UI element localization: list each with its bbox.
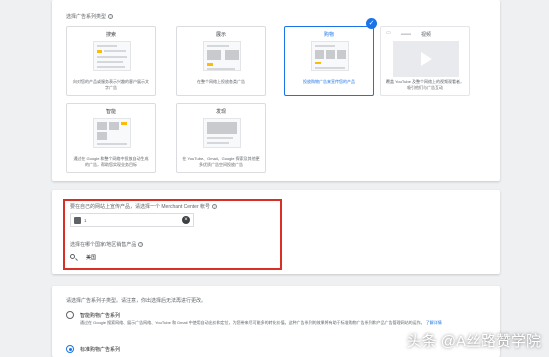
tile-desc: 向对您的产品或服务表示兴趣的客户展示文字广告 [73, 79, 149, 90]
tile-desc: 覆盖 YouTube 及整个网络上的视频观看者，吸引他们与广告互动 [386, 79, 464, 90]
search-ad-preview-icon [93, 41, 131, 71]
merchant-store-icon [74, 217, 81, 224]
tile-desc: 在 YouTube、Gmail、Google 探索及其他更多优质广告空间投放广告 [182, 156, 260, 167]
tile-shopping[interactable]: 购物 投放购物广告来宣传您的产品 [284, 26, 374, 96]
tile-title: 视频 [421, 32, 432, 38]
search-icon [70, 254, 75, 259]
tile-search[interactable]: 搜索 向对您的产品或服务表示兴趣的客户展示文字广告 [66, 26, 156, 96]
tile-video[interactable]: ▭ ▬▬ 视频 覆盖 YouTube 及整个网络上的视频观看者，吸引他们与广告互… [380, 26, 470, 96]
tile-title: 搜索 [105, 32, 116, 38]
play-icon [421, 52, 432, 66]
merchant-account-value: 1 [84, 218, 87, 223]
shopping-ad-preview-icon [311, 41, 349, 71]
tile-title: 购物 [323, 32, 334, 38]
merchant-account-select[interactable]: 1 × [70, 213, 194, 227]
country-value: 美国 [86, 255, 97, 261]
tile-discovery[interactable]: 发现 在 YouTube、Gmail、Google 探索及其他更多优质广告空间投… [176, 103, 266, 173]
tile-desc: 在整个网络上投放各类广告 [197, 79, 245, 84]
tile-smart[interactable]: 智能 通过在 Google 和整个网络中投放自动生成的广告，帮助您实现业务目标 [66, 103, 156, 173]
tile-title: 展示 [215, 32, 226, 38]
option-desc: 通过在 Google 搜索网络、展示广告网络、YouTube 和 Gmail 中… [80, 320, 442, 325]
video-thumbnail [393, 41, 459, 77]
tile-title: 发现 [215, 109, 226, 115]
help-icon[interactable]: ? [138, 242, 144, 248]
radio-smart-shopping[interactable] [66, 311, 74, 319]
discovery-ad-preview-icon [203, 118, 241, 148]
subtype-label: 请选择广告系列子类型。请注意，你出选择后无法再进行更改。 [66, 298, 207, 304]
campaign-type-label: 选择广告系列类型? [66, 14, 114, 20]
smart-ad-preview-icon [93, 118, 131, 148]
merchant-account-label: 要在自己的网站上宣传产品，请选择一个 Merchant Center 帐号? [70, 204, 218, 210]
tile-display[interactable]: 展示 在整个网络上投放各类广告 [176, 26, 266, 96]
learn-more-link[interactable]: 了解详情 [426, 320, 442, 325]
video-small-icon: ▭ [386, 30, 391, 36]
tile-desc: 投放购物广告来宣传您的产品 [303, 79, 355, 84]
video-blank-label: ▬▬ [401, 31, 411, 37]
option-title: 智能购物广告系列 [80, 313, 121, 319]
country-search-input[interactable]: 美国 [70, 253, 210, 265]
country-label: 选择在哪个国家/地区销售产品? [70, 242, 144, 248]
tile-title: 智能 [105, 109, 116, 115]
tile-desc: 通过在 Google 和整个网络中投放自动生成的广告，帮助您实现业务目标 [73, 156, 149, 167]
watermark: 头条 @A丝路赞学院 [406, 333, 541, 350]
help-icon[interactable]: ? [212, 204, 218, 210]
clear-icon[interactable]: × [182, 216, 190, 224]
selected-check-icon: ✓ [366, 18, 377, 29]
option-title: 标准购物广告系列 [80, 347, 121, 353]
display-ad-preview-icon [203, 41, 241, 71]
help-icon[interactable]: ? [108, 14, 114, 20]
radio-standard-shopping[interactable] [66, 345, 74, 353]
